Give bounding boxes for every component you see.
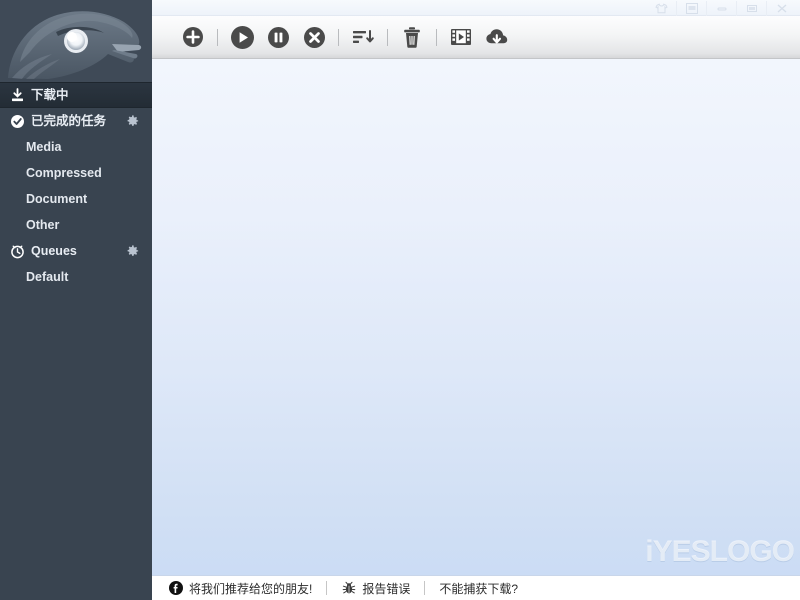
toolbar-separator: [436, 28, 437, 46]
trash-icon: [404, 26, 420, 48]
sidebar-item-compressed[interactable]: Compressed: [0, 160, 152, 186]
skin-button[interactable]: [646, 1, 676, 16]
sidebar-item-label: Media: [26, 140, 62, 154]
pause-button[interactable]: [263, 22, 293, 52]
toolbar-separator: [338, 28, 339, 46]
gear-icon[interactable]: [125, 114, 140, 129]
sidebar-item-queues[interactable]: Queues: [0, 238, 152, 264]
sidebar: 下载中 已完成的任务 Media Compressed Document Oth…: [0, 0, 152, 600]
toolbar: [152, 16, 800, 59]
play-circle-icon: [230, 25, 254, 49]
status-label: 将我们推荐给您的朋友!: [189, 581, 313, 596]
maximize-button[interactable]: [736, 0, 766, 16]
cannot-capture-link[interactable]: 不能捕获下载?: [439, 580, 518, 597]
panel-button[interactable]: [676, 0, 706, 16]
sidebar-item-label: Document: [26, 192, 88, 206]
sidebar-item-label: Default: [26, 270, 69, 284]
toolbar-separator: [387, 28, 388, 46]
title-bar: [152, 0, 800, 16]
sidebar-item-other[interactable]: Other: [0, 212, 152, 238]
watermark: iYESLOGO: [645, 535, 795, 568]
window-panel-icon: [685, 2, 698, 14]
sidebar-item-downloading[interactable]: 下载中: [0, 82, 152, 108]
download-manager-button[interactable]: [482, 22, 512, 52]
status-separator: [424, 581, 426, 595]
sidebar-item-label: 下载中: [31, 88, 69, 102]
maximize-icon: [746, 4, 757, 12]
cancel-circle-icon: [303, 26, 325, 48]
task-list-area: iYESLOGO: [152, 59, 800, 575]
sidebar-item-label: Other: [26, 218, 60, 232]
recommend-link[interactable]: 将我们推荐给您的朋友!: [168, 580, 312, 597]
minimize-button[interactable]: [706, 0, 736, 16]
cloud-download-icon: [486, 29, 508, 44]
bug-icon: [341, 581, 356, 596]
status-label: 不能捕获下载?: [439, 581, 519, 596]
window-controls: [646, 0, 796, 16]
delete-button[interactable]: [397, 22, 427, 52]
check-circle-icon: [8, 112, 26, 130]
download-icon: [8, 86, 26, 104]
sidebar-item-completed[interactable]: 已完成的任务: [0, 108, 152, 134]
status-separator: [326, 581, 328, 595]
sort-descending-icon: [353, 30, 374, 43]
plus-circle-icon: [183, 27, 203, 47]
start-button[interactable]: [227, 22, 257, 52]
toolbar-separator: [217, 28, 218, 46]
sidebar-item-document[interactable]: Document: [0, 186, 152, 212]
sidebar-item-media[interactable]: Media: [0, 134, 152, 160]
video-sniffer-button[interactable]: [446, 22, 476, 52]
sidebar-nav: 下载中 已完成的任务 Media Compressed Document Oth…: [0, 82, 152, 290]
eagleget-window: 下载中 已完成的任务 Media Compressed Document Oth…: [0, 0, 800, 600]
gear-icon[interactable]: [125, 244, 140, 259]
facebook-icon: [168, 581, 183, 596]
film-strip-icon: [451, 29, 471, 45]
status-label: 报告错误: [362, 581, 411, 596]
stop-button[interactable]: [299, 22, 329, 52]
minimize-icon: [717, 7, 726, 10]
sort-button[interactable]: [348, 22, 378, 52]
sidebar-item-label: Queues: [31, 244, 77, 258]
pause-circle-icon: [267, 26, 289, 48]
status-bar: 将我们推荐给您的朋友! 报告错误 不能捕获下载?: [152, 575, 800, 600]
close-button[interactable]: [766, 0, 796, 16]
app-logo: [0, 0, 152, 82]
sidebar-item-default[interactable]: Default: [0, 264, 152, 290]
add-task-button[interactable]: [178, 22, 208, 52]
sidebar-item-label: Compressed: [26, 166, 102, 180]
sidebar-item-label: 已完成的任务: [31, 114, 107, 128]
eagle-head-logo: [0, 0, 152, 82]
tshirt-icon: [654, 2, 668, 13]
report-bug-link[interactable]: 报告错误: [341, 580, 410, 597]
clock-icon: [8, 242, 26, 260]
close-icon: [777, 3, 786, 13]
